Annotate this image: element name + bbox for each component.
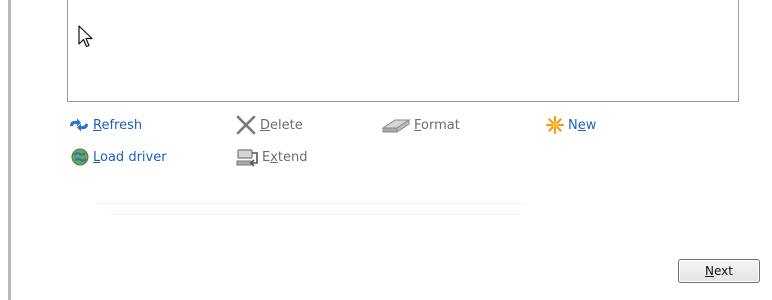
delete-button[interactable]: Delete	[235, 114, 303, 136]
format-icon	[381, 116, 411, 134]
delete-icon	[235, 115, 257, 135]
new-label-prefix: N	[568, 117, 578, 133]
load-driver-label: oad driver	[100, 149, 167, 165]
delete-label: elete	[270, 117, 303, 133]
format-button[interactable]: Format	[381, 114, 460, 136]
window-edge	[8, 0, 11, 300]
extend-label-prefix: E	[262, 149, 271, 165]
refresh-icon	[68, 117, 90, 133]
extend-mnemonic: x	[270, 149, 278, 165]
format-label: ormat	[421, 117, 460, 133]
extend-label-rest: tend	[277, 149, 308, 165]
load-driver-icon	[70, 147, 90, 167]
next-label: ext	[714, 264, 733, 278]
divider	[95, 203, 525, 204]
extend-icon	[235, 147, 259, 167]
new-button[interactable]: New	[545, 114, 596, 136]
load-driver-mnemonic: L	[93, 149, 101, 165]
refresh-button[interactable]: Refresh	[68, 114, 142, 136]
disk-partition-list[interactable]	[67, 0, 739, 102]
format-mnemonic: F	[414, 117, 422, 133]
refresh-label: efresh	[101, 117, 143, 133]
next-button[interactable]: Next	[678, 259, 760, 283]
next-mnemonic: N	[705, 264, 714, 278]
delete-mnemonic: D	[260, 117, 271, 133]
load-driver-button[interactable]: Load driver	[70, 146, 167, 168]
divider	[110, 214, 520, 215]
new-icon	[545, 115, 565, 135]
mouse-cursor-icon	[78, 25, 93, 48]
extend-button[interactable]: Extend	[235, 146, 308, 168]
new-label-rest: w	[585, 117, 597, 133]
new-mnemonic: e	[577, 117, 586, 133]
